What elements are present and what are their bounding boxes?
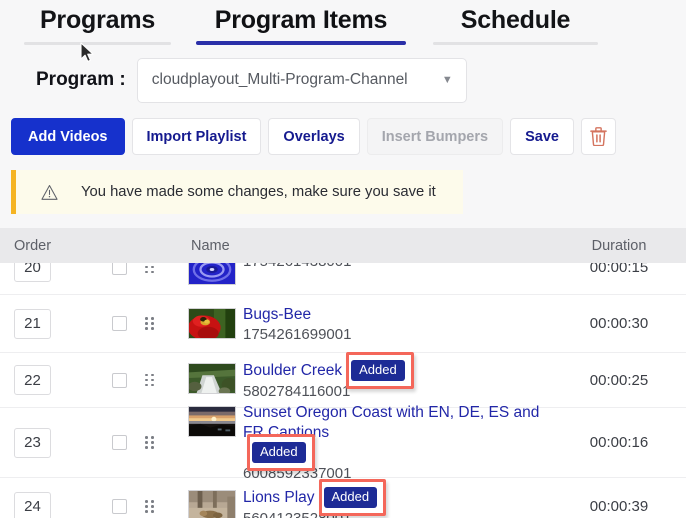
name-wrapper: Boulder Creek Added 5802784116001 bbox=[243, 352, 414, 402]
program-items-table: Order Name Duration 20 1754261438001 00:00… bbox=[0, 228, 686, 518]
row-checkbox[interactable] bbox=[112, 499, 127, 514]
tab-program-items[interactable]: Program Items bbox=[196, 0, 406, 45]
save-button[interactable]: Save bbox=[510, 118, 574, 155]
select-cell bbox=[112, 263, 188, 275]
added-badge-highlight: Added bbox=[342, 352, 414, 390]
duration-cell: 00:00:39 bbox=[589, 498, 649, 515]
select-cell bbox=[112, 435, 188, 450]
table-header-row: Order Name Duration bbox=[0, 228, 686, 263]
duration-cell: 00:00:16 bbox=[589, 434, 649, 451]
program-selector-row: Program : cloudplayout_Multi-Program-Cha… bbox=[0, 56, 686, 104]
name-cell: Lions PlayAdded5604123528001 bbox=[188, 478, 560, 518]
duration-cell: 00:00:15 bbox=[589, 263, 649, 276]
video-title-link[interactable]: Bugs-Bee bbox=[243, 305, 311, 324]
program-items-page: Programs Program Items Schedule Program … bbox=[0, 0, 686, 518]
video-title-link[interactable]: Lions Play bbox=[243, 488, 315, 507]
creek-stream-thumbnail bbox=[188, 363, 236, 395]
name-cell: 1754261438001 bbox=[188, 263, 560, 285]
order-input[interactable]: 22 bbox=[14, 365, 51, 395]
table-row[interactable]: 20 1754261438001 00:00:15 bbox=[0, 263, 686, 295]
order-input[interactable]: 20 bbox=[14, 263, 51, 282]
program-select[interactable]: cloudplayout_Multi-Program-Channel ▼ bbox=[136, 57, 467, 103]
drag-handle-icon[interactable] bbox=[145, 263, 154, 274]
column-header-order: Order bbox=[14, 237, 52, 254]
added-badge: Added bbox=[323, 486, 378, 508]
title-line: Bugs-Bee bbox=[243, 305, 351, 324]
banner-message: You have made some changes, make sure yo… bbox=[81, 184, 436, 200]
name-wrapper: Lions PlayAdded5604123528001 bbox=[243, 478, 386, 518]
order-cell: 23 bbox=[0, 427, 112, 458]
select-cell bbox=[112, 316, 188, 331]
order-cell: 20 bbox=[0, 263, 112, 282]
duration-cell: 00:00:30 bbox=[589, 315, 649, 332]
table-row[interactable]: 24Lions PlayAdded560412352800100:00:39 bbox=[0, 478, 686, 518]
overlays-button[interactable]: Overlays bbox=[268, 118, 360, 155]
name-cell: Bugs-Bee 1754261699001 bbox=[188, 303, 560, 345]
order-input[interactable]: 24 bbox=[14, 491, 51, 518]
blue-ripple-thumbnail bbox=[188, 263, 236, 285]
tab-underline-active bbox=[196, 41, 406, 45]
name-cell: Boulder Creek Added 5802784116001 bbox=[188, 352, 560, 402]
added-badge-highlight: Added bbox=[315, 478, 386, 516]
name-wrapper: 1754261438001 bbox=[243, 263, 351, 272]
title-line: Boulder Creek Added bbox=[243, 352, 414, 390]
row-checkbox[interactable] bbox=[112, 316, 127, 331]
title-line: Lions Play Added bbox=[243, 478, 386, 516]
video-title-link[interactable]: Boulder Creek bbox=[243, 361, 342, 380]
table-row[interactable]: 22 Boulder Creek Added 5802784116001 00:00:2… bbox=[0, 352, 686, 408]
delete-button[interactable] bbox=[580, 118, 616, 155]
order-input[interactable]: 23 bbox=[14, 427, 51, 458]
added-badge: Added bbox=[252, 441, 306, 464]
drag-handle-icon[interactable] bbox=[145, 436, 154, 449]
lion-thumbnail bbox=[188, 489, 236, 518]
column-header-duration: Duration bbox=[591, 237, 647, 254]
row-checkbox[interactable] bbox=[112, 372, 127, 388]
trash-icon bbox=[590, 127, 607, 146]
sunset-coast-thumbnail bbox=[188, 406, 236, 438]
tab-underline bbox=[433, 42, 598, 45]
tab-programs-label: Programs bbox=[39, 6, 156, 34]
tab-programs[interactable]: Programs bbox=[24, 0, 171, 45]
name-cell: Sunset Oregon Coast with EN, DE, ES and … bbox=[188, 401, 560, 483]
drag-handle-icon[interactable] bbox=[145, 500, 154, 513]
table-body: 20 1754261438001 00:00:15 21 Bugs-Bee1754261… bbox=[0, 263, 686, 518]
name-wrapper: Sunset Oregon Coast with EN, DE, ES and … bbox=[243, 403, 560, 483]
order-cell: 24 bbox=[0, 491, 112, 518]
added-badge: Added bbox=[351, 360, 405, 382]
tab-schedule[interactable]: Schedule bbox=[433, 0, 598, 45]
select-cell bbox=[112, 372, 188, 388]
add-videos-button[interactable]: Add Videos bbox=[11, 118, 125, 155]
insert-bumpers-button: Insert Bumpers bbox=[366, 118, 504, 155]
warning-triangle-icon bbox=[41, 184, 58, 200]
tab-underline bbox=[24, 42, 171, 45]
video-id: 1754261699001 bbox=[243, 325, 352, 343]
order-cell: 21 bbox=[0, 308, 112, 339]
tab-schedule-label: Schedule bbox=[460, 6, 571, 34]
table-row[interactable]: 23 Sunset Oregon Coast with EN, DE, ES an… bbox=[0, 404, 686, 482]
program-label: Program : bbox=[36, 69, 126, 90]
row-checkbox[interactable] bbox=[112, 263, 127, 275]
duration-cell: 00:00:25 bbox=[589, 371, 649, 389]
chevron-down-icon: ▼ bbox=[441, 74, 453, 86]
import-playlist-button[interactable]: Import Playlist bbox=[131, 118, 262, 155]
red-flower-bee-thumbnail bbox=[188, 307, 236, 339]
order-input[interactable]: 21 bbox=[14, 308, 51, 339]
video-id: 1754261438001 bbox=[243, 263, 351, 272]
drag-handle-icon[interactable] bbox=[145, 317, 154, 330]
column-header-name: Name bbox=[191, 237, 230, 254]
added-badge-highlight: Added bbox=[243, 433, 315, 472]
row-checkbox[interactable] bbox=[112, 435, 127, 450]
program-select-value: cloudplayout_Multi-Program-Channel bbox=[151, 71, 408, 88]
unsaved-changes-banner: You have made some changes, make sure yo… bbox=[11, 170, 463, 214]
main-tabs: Programs Program Items Schedule bbox=[0, 0, 686, 48]
order-cell: 22 bbox=[0, 365, 112, 395]
tab-program-items-label: Program Items bbox=[214, 6, 388, 34]
table-row[interactable]: 21 Bugs-Bee 1754261699001 00:00:30 bbox=[0, 295, 686, 353]
select-cell bbox=[112, 499, 188, 514]
action-toolbar: Add Videos Import Playlist Overlays Inse… bbox=[11, 118, 616, 155]
title-line: Sunset Oregon Coast with EN, DE, ES and … bbox=[243, 403, 560, 472]
drag-handle-icon[interactable] bbox=[145, 373, 154, 387]
name-wrapper: Bugs-Bee 1754261699001 bbox=[243, 305, 351, 345]
